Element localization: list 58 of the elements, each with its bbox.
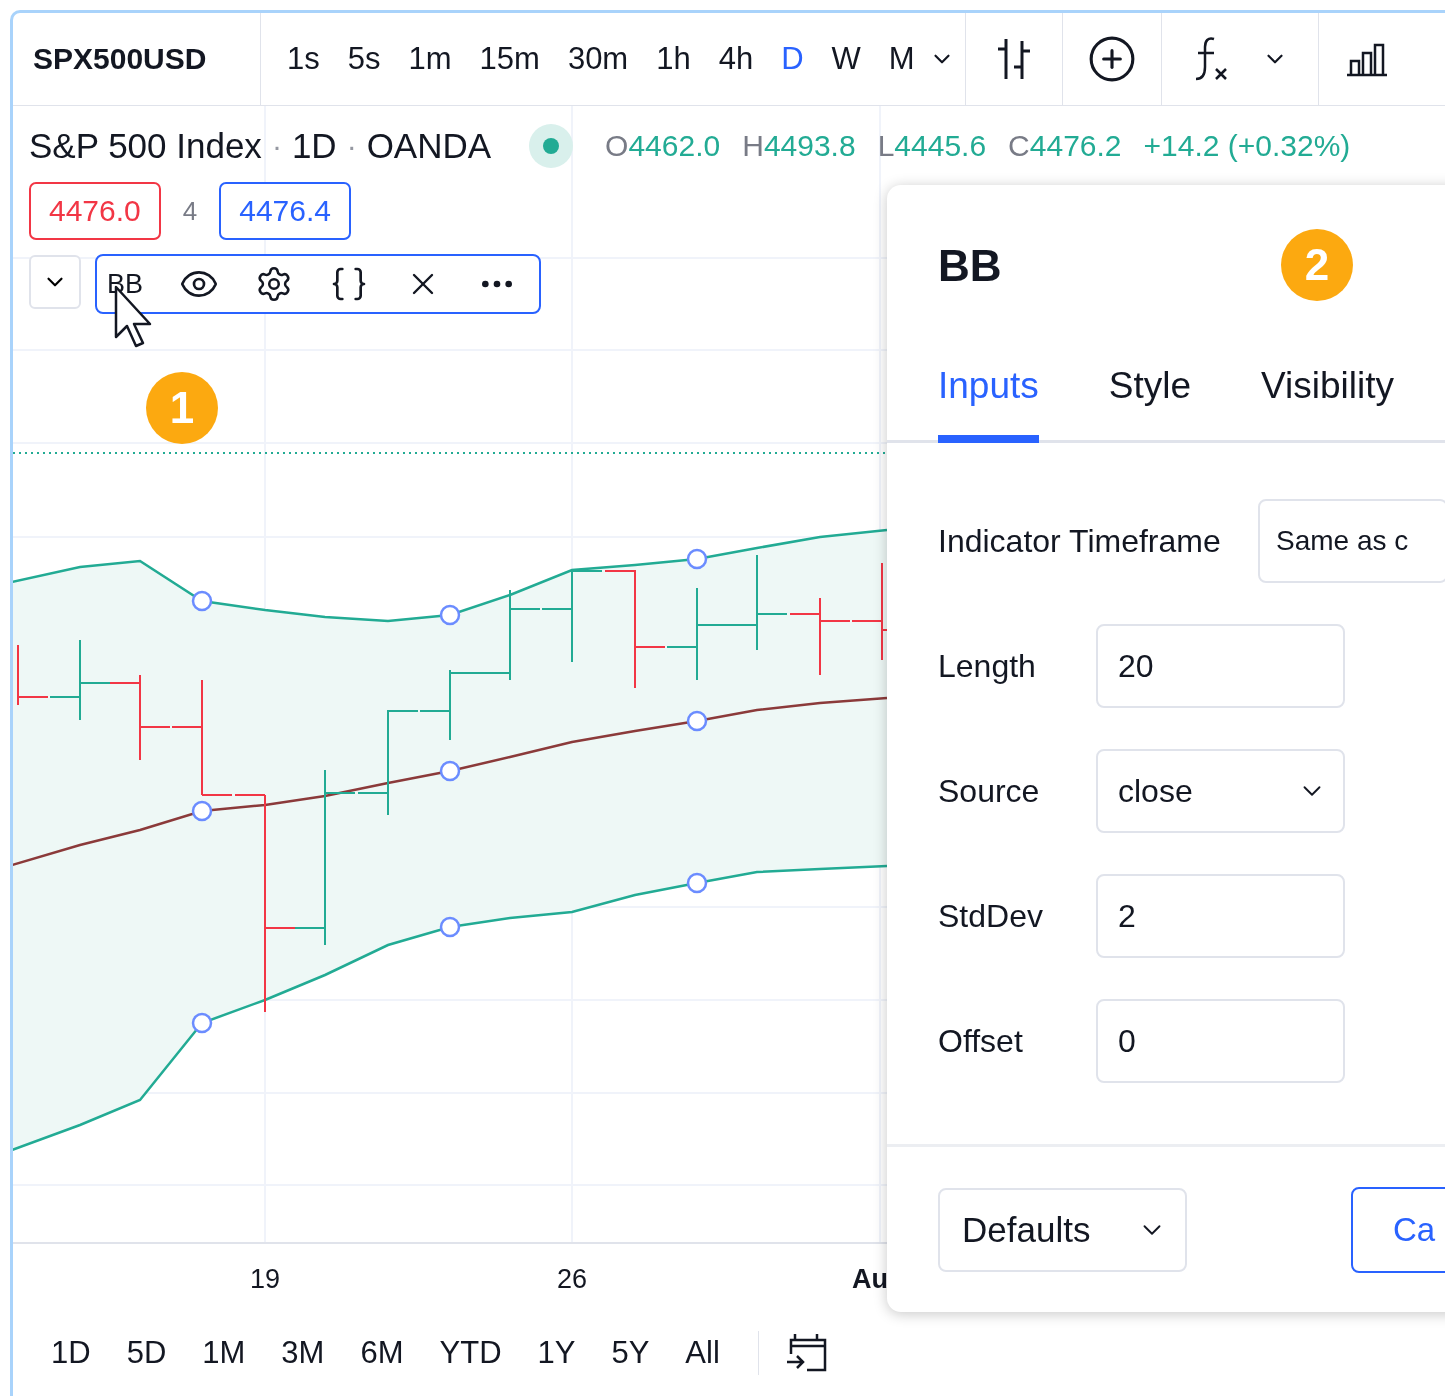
separator-dot: · <box>271 129 282 163</box>
status-dot <box>529 124 574 168</box>
legend-title: 1D <box>291 126 337 166</box>
interval-button[interactable]: 1m <box>394 41 466 77</box>
field-label: Offset <box>938 1022 1024 1060</box>
ohlc-value: H4493.8 <box>742 129 856 163</box>
legend-title: S&P 500 Index <box>29 126 262 166</box>
field-label: Source <box>938 772 1041 810</box>
field-label: StdDev <box>938 897 1044 935</box>
step-badge: 2 <box>1281 229 1353 301</box>
interval-button[interactable]: 5s <box>333 41 395 77</box>
defaults-button[interactable]: Defaults <box>938 1188 1187 1272</box>
bar-chart-icon[interactable] <box>1344 41 1389 77</box>
step-badge: 1 <box>146 372 218 444</box>
dialog-title: BB <box>938 241 1002 290</box>
ohlc-value: C4476.2 <box>1008 129 1122 163</box>
dialog-tab[interactable]: Visibility <box>1261 365 1395 443</box>
interval-button[interactable]: 4h <box>704 41 768 77</box>
interval-button[interactable]: 1s <box>273 41 334 77</box>
axis-label: 26 <box>557 1264 587 1294</box>
cancel-button[interactable]: Ca <box>1351 1187 1445 1273</box>
interval-button[interactable]: D <box>767 41 818 77</box>
range-button[interactable]: All <box>667 1334 738 1371</box>
dialog-tab[interactable]: Inputs <box>938 365 1039 443</box>
range-button[interactable]: 1Y <box>519 1334 594 1371</box>
select-field[interactable]: Same as c <box>1258 499 1445 583</box>
buy-price-tag[interactable]: 4476.4 <box>219 182 351 240</box>
dialog-tab[interactable]: Style <box>1108 365 1192 443</box>
select-field[interactable]: close <box>1096 749 1345 833</box>
axis-label: 19 <box>250 1264 280 1294</box>
change-value: +14.2 (+0.32%) <box>1143 129 1351 163</box>
range-button[interactable]: 5Y <box>593 1334 668 1371</box>
ohlc-value: O4462.0 <box>605 129 721 163</box>
axis-label: Au <box>852 1264 888 1294</box>
sell-price-tag[interactable]: 4476.0 <box>29 182 161 240</box>
legend-title: OANDA <box>366 126 492 166</box>
symbol-name[interactable]: SPX500USD <box>13 13 261 105</box>
interval-button[interactable]: 1h <box>642 41 705 77</box>
field-label: Indicator Timeframe <box>938 522 1222 560</box>
indicator-name[interactable]: BB <box>107 268 144 300</box>
interval-button[interactable]: M <box>874 41 929 77</box>
range-button[interactable]: 3M <box>263 1334 343 1371</box>
interval-button[interactable]: 30m <box>553 41 643 77</box>
range-button[interactable]: YTD <box>421 1334 520 1371</box>
range-button[interactable]: 1D <box>33 1334 109 1371</box>
calendar-arrow-icon[interactable] <box>784 1331 829 1374</box>
range-button[interactable]: 5D <box>108 1334 185 1371</box>
field-label: Length <box>938 647 1037 685</box>
ohlc-value: L4445.6 <box>877 129 987 163</box>
input-field[interactable]: 0 <box>1096 999 1345 1083</box>
separator-dot: · <box>346 129 357 163</box>
interval-button[interactable]: W <box>817 41 875 77</box>
interval-button[interactable]: 15m <box>465 41 554 77</box>
range-button[interactable]: 6M <box>342 1334 422 1371</box>
input-field[interactable]: 20 <box>1096 624 1345 708</box>
input-field[interactable]: 2 <box>1096 874 1345 958</box>
range-button[interactable]: 1M <box>184 1334 264 1371</box>
spread-value: 4 <box>182 195 198 227</box>
